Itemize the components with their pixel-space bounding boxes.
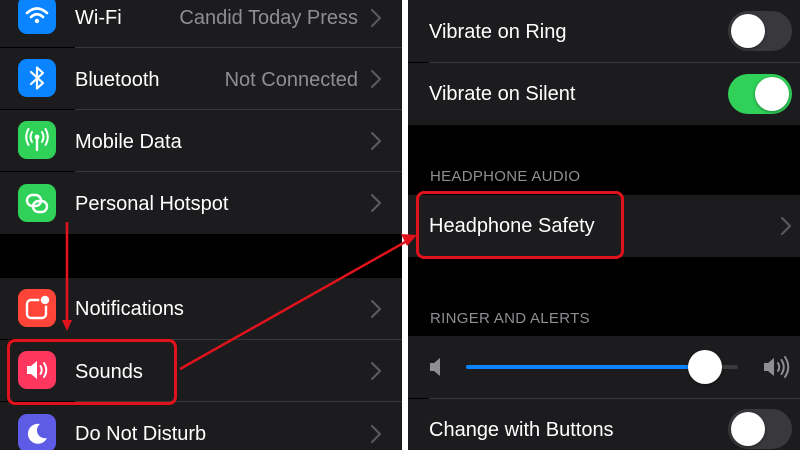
- ringer-and-alerts-header: RINGER AND ALERTS: [430, 310, 590, 327]
- chevron-right-icon: [370, 424, 382, 444]
- mobile-data-label: Mobile Data: [75, 131, 182, 153]
- wifi-label: Wi-Fi: [75, 7, 122, 29]
- sounds-highlight-box: [7, 339, 177, 405]
- bluetooth-icon: [18, 59, 56, 97]
- bluetooth-status: Not Connected: [224, 69, 358, 91]
- wifi-icon: [18, 0, 56, 34]
- vibrate-on-silent-label: Vibrate on Silent: [429, 83, 576, 105]
- vibrate-on-ring-row: Vibrate on Ring: [408, 0, 800, 62]
- toggle-knob: [731, 412, 765, 446]
- change-with-buttons-row: Change with Buttons: [408, 399, 800, 450]
- antenna-icon: [18, 121, 56, 159]
- wifi-row[interactable]: Wi-Fi Candid Today Press: [0, 0, 402, 47]
- chevron-right-icon: [370, 299, 382, 319]
- chevron-right-icon: [370, 8, 382, 28]
- chevron-right-icon: [370, 69, 382, 89]
- moon-icon: [18, 414, 56, 450]
- wifi-network-name: Candid Today Press: [179, 7, 358, 29]
- volume-slider-fill: [466, 365, 706, 369]
- vibrate-on-ring-label: Vibrate on Ring: [429, 21, 567, 43]
- bluetooth-row[interactable]: Bluetooth Not Connected: [0, 48, 402, 109]
- bluetooth-label: Bluetooth: [75, 69, 160, 91]
- do-not-disturb-row[interactable]: Do Not Disturb: [0, 402, 402, 450]
- headphone-audio-header: HEADPHONE AUDIO: [430, 168, 581, 185]
- toggle-knob: [731, 14, 765, 48]
- notifications-label: Notifications: [75, 298, 184, 320]
- change-with-buttons-toggle[interactable]: [728, 409, 792, 449]
- do-not-disturb-label: Do Not Disturb: [75, 423, 207, 445]
- toggle-knob: [755, 77, 789, 111]
- personal-hotspot-label: Personal Hotspot: [75, 193, 229, 215]
- chevron-right-icon: [370, 131, 382, 151]
- vibrate-on-silent-toggle[interactable]: [728, 74, 792, 114]
- headphone-safety-highlight-box: [416, 191, 624, 259]
- notifications-row[interactable]: Notifications: [0, 278, 402, 339]
- personal-hotspot-row[interactable]: Personal Hotspot: [0, 172, 402, 234]
- chevron-right-icon: [780, 216, 792, 236]
- vibrate-on-silent-row: Vibrate on Silent: [408, 63, 800, 125]
- chevron-right-icon: [370, 193, 382, 213]
- chevron-right-icon: [370, 361, 382, 381]
- change-with-buttons-label: Change with Buttons: [429, 419, 614, 441]
- mobile-data-row[interactable]: Mobile Data: [0, 110, 402, 171]
- speaker-high-icon: [762, 355, 794, 379]
- hotspot-icon: [18, 184, 56, 222]
- speaker-low-icon: [428, 356, 448, 378]
- notifications-icon: [18, 289, 56, 327]
- vibrate-on-ring-toggle[interactable]: [728, 11, 792, 51]
